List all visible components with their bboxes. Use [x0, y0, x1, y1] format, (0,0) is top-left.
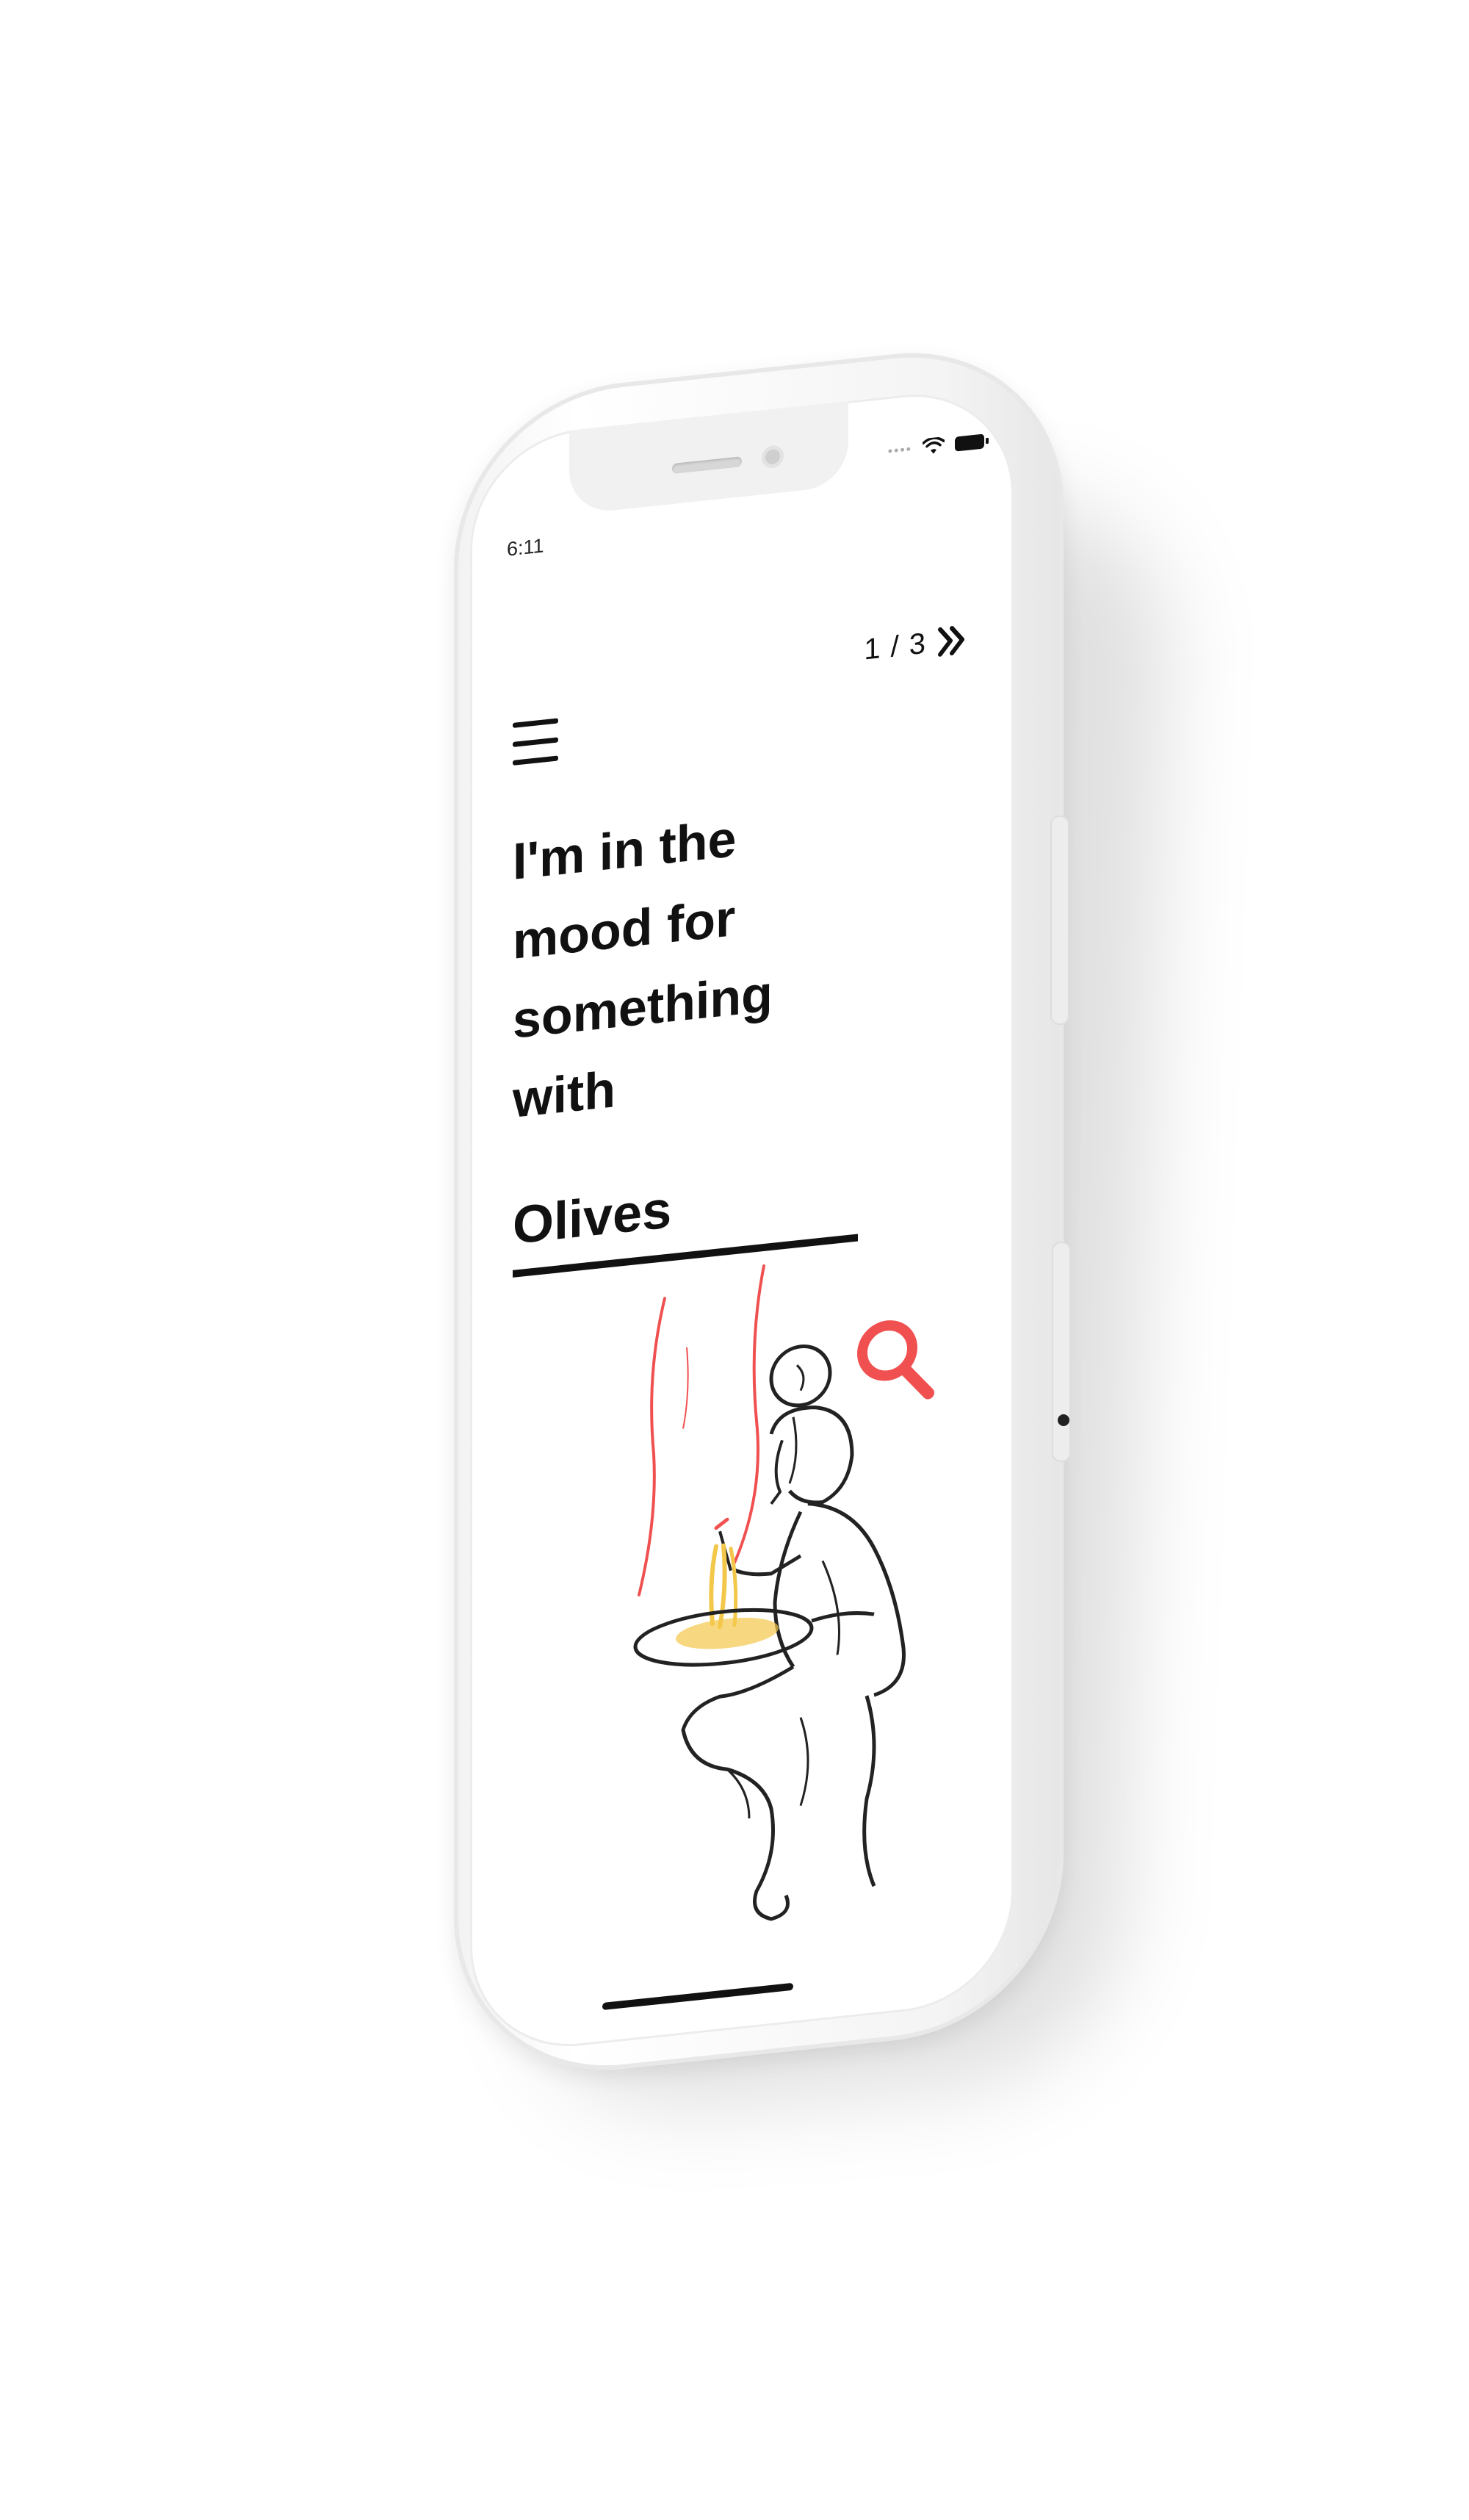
page-title: I'm in the mood for something with: [513, 809, 773, 1128]
search-icon[interactable]: [852, 1310, 940, 1415]
pager-separator: /: [890, 630, 899, 663]
speaker: [672, 456, 742, 475]
wifi-icon: [923, 436, 945, 454]
status-icons: ••••: [888, 432, 984, 460]
scene: 6:11 •••• 1 / 3 I'm in the mood for some…: [0, 0, 1469, 2520]
app-screen: 6:11 •••• 1 / 3 I'm in the mood for some…: [470, 384, 1014, 2057]
signal-dots-icon: ••••: [887, 441, 912, 458]
pager-total: 3: [909, 627, 925, 661]
hamburger-menu-icon[interactable]: [513, 718, 558, 766]
battery-icon: [955, 433, 984, 452]
menu-line: [513, 718, 558, 728]
pager: 1 / 3: [864, 622, 970, 667]
pager-current: 1: [864, 631, 881, 666]
volume-button: [1050, 816, 1069, 1025]
power-button: [1052, 1242, 1071, 1462]
status-time: 6:11: [507, 534, 544, 561]
double-chevron-right-icon[interactable]: [936, 622, 970, 660]
menu-line: [513, 755, 558, 766]
side-sensor: [1058, 1414, 1069, 1426]
front-camera: [762, 444, 784, 469]
menu-line: [513, 736, 558, 747]
